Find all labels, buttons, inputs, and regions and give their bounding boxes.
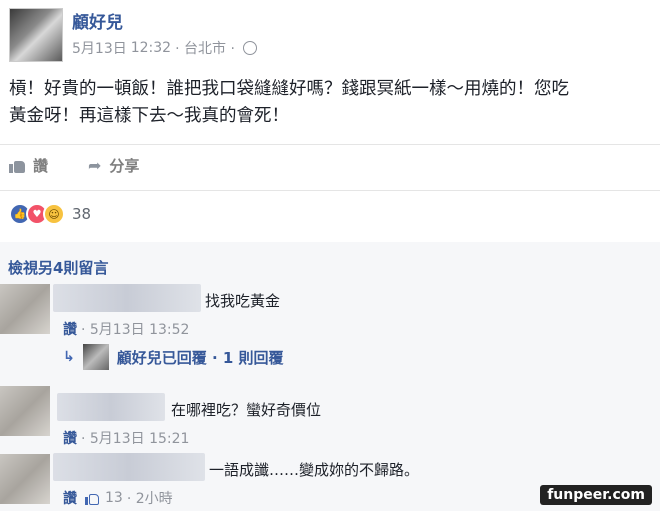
like-icon bbox=[9, 159, 25, 173]
post-body: 槓！好貴的一頓飯！誰把我口袋縫縫好嗎？錢跟冥紙一樣～用燒的！您吃 黃金呀！再這樣… bbox=[9, 76, 655, 130]
reply-avatar bbox=[82, 344, 109, 370]
comment-text: 一語成讖……變成妳的不歸路。 bbox=[209, 461, 420, 479]
post-body-line-1: 槓！好貴的一頓飯！誰把我口袋縫縫好嗎？錢跟冥紙一樣～用燒的！您吃 bbox=[9, 79, 569, 99]
comment-meta: 讚 · 5月13日 13:52 bbox=[63, 319, 189, 339]
reaction-count: 38 bbox=[72, 205, 92, 223]
commenter-avatar[interactable] bbox=[0, 454, 50, 504]
author-avatar[interactable] bbox=[9, 8, 63, 62]
view-more-comments-link[interactable]: 檢視另4則留言 bbox=[8, 257, 108, 278]
comment-like-link[interactable]: 讚 bbox=[63, 319, 77, 339]
post-location[interactable]: · 台北市 · bbox=[175, 38, 235, 58]
commenter-avatar[interactable] bbox=[0, 386, 50, 436]
comment-text: 找我吃黃金 bbox=[205, 292, 281, 310]
post-date[interactable]: 5月13日 bbox=[72, 38, 127, 58]
watermark: funpeer.com bbox=[540, 485, 652, 505]
divider bbox=[0, 190, 660, 191]
post-actions: 讚 ➦ 分享 bbox=[9, 155, 139, 176]
commenter-name-blurred[interactable] bbox=[57, 393, 165, 421]
reply-text: 顧好兒已回覆 · 1 則回覆 bbox=[116, 348, 284, 367]
comment-timestamp[interactable]: · 2小時 bbox=[127, 488, 173, 508]
comment-timestamp[interactable]: · 5月13日 13:52 bbox=[81, 319, 189, 339]
comment-like-count[interactable]: 13 bbox=[105, 490, 123, 506]
comment-meta: 讚 · 5月13日 15:21 bbox=[63, 428, 189, 448]
share-button[interactable]: ➦ 分享 bbox=[88, 155, 139, 176]
divider bbox=[0, 144, 660, 145]
commenter-name-blurred[interactable] bbox=[53, 284, 201, 312]
reply-arrow-icon: ↳ bbox=[63, 349, 75, 365]
post-header: 顧好兒 5月13日 12:32 · 台北市 · bbox=[0, 0, 660, 72]
post-meta: 5月13日 12:32 · 台北市 · bbox=[72, 38, 257, 58]
comment-meta: 讚 13 · 2小時 bbox=[63, 488, 173, 508]
commenter-name-blurred[interactable] bbox=[53, 453, 205, 481]
comment-like-link[interactable]: 讚 bbox=[63, 428, 77, 448]
comment-timestamp[interactable]: · 5月13日 15:21 bbox=[81, 428, 189, 448]
reactions-summary[interactable]: 👍 ♥ ☺ 38 bbox=[9, 203, 91, 225]
author-name[interactable]: 顧好兒 bbox=[72, 8, 123, 33]
reaction-haha-icon: ☺ bbox=[43, 203, 65, 225]
thumb-icon bbox=[85, 492, 99, 505]
post-time[interactable]: 12:32 bbox=[131, 40, 171, 56]
comment-text: 在哪裡吃？蠻好奇價位 bbox=[171, 401, 322, 419]
share-label: 分享 bbox=[109, 157, 140, 175]
like-button[interactable]: 讚 bbox=[9, 155, 48, 176]
post-body-line-2: 黃金呀！再這樣下去～我真的會死！ bbox=[9, 106, 289, 126]
like-label: 讚 bbox=[33, 157, 49, 175]
share-icon: ➦ bbox=[88, 156, 102, 175]
comments-section: 檢視另4則留言 找我吃黃金 讚 · 5月13日 13:52 ↳ 顧好兒已回覆 ·… bbox=[0, 242, 660, 511]
globe-icon bbox=[242, 41, 257, 55]
commenter-avatar[interactable] bbox=[0, 284, 50, 334]
reply-summary[interactable]: ↳ 顧好兒已回覆 · 1 則回覆 bbox=[63, 344, 284, 370]
comment-like-link[interactable]: 讚 bbox=[63, 488, 77, 508]
